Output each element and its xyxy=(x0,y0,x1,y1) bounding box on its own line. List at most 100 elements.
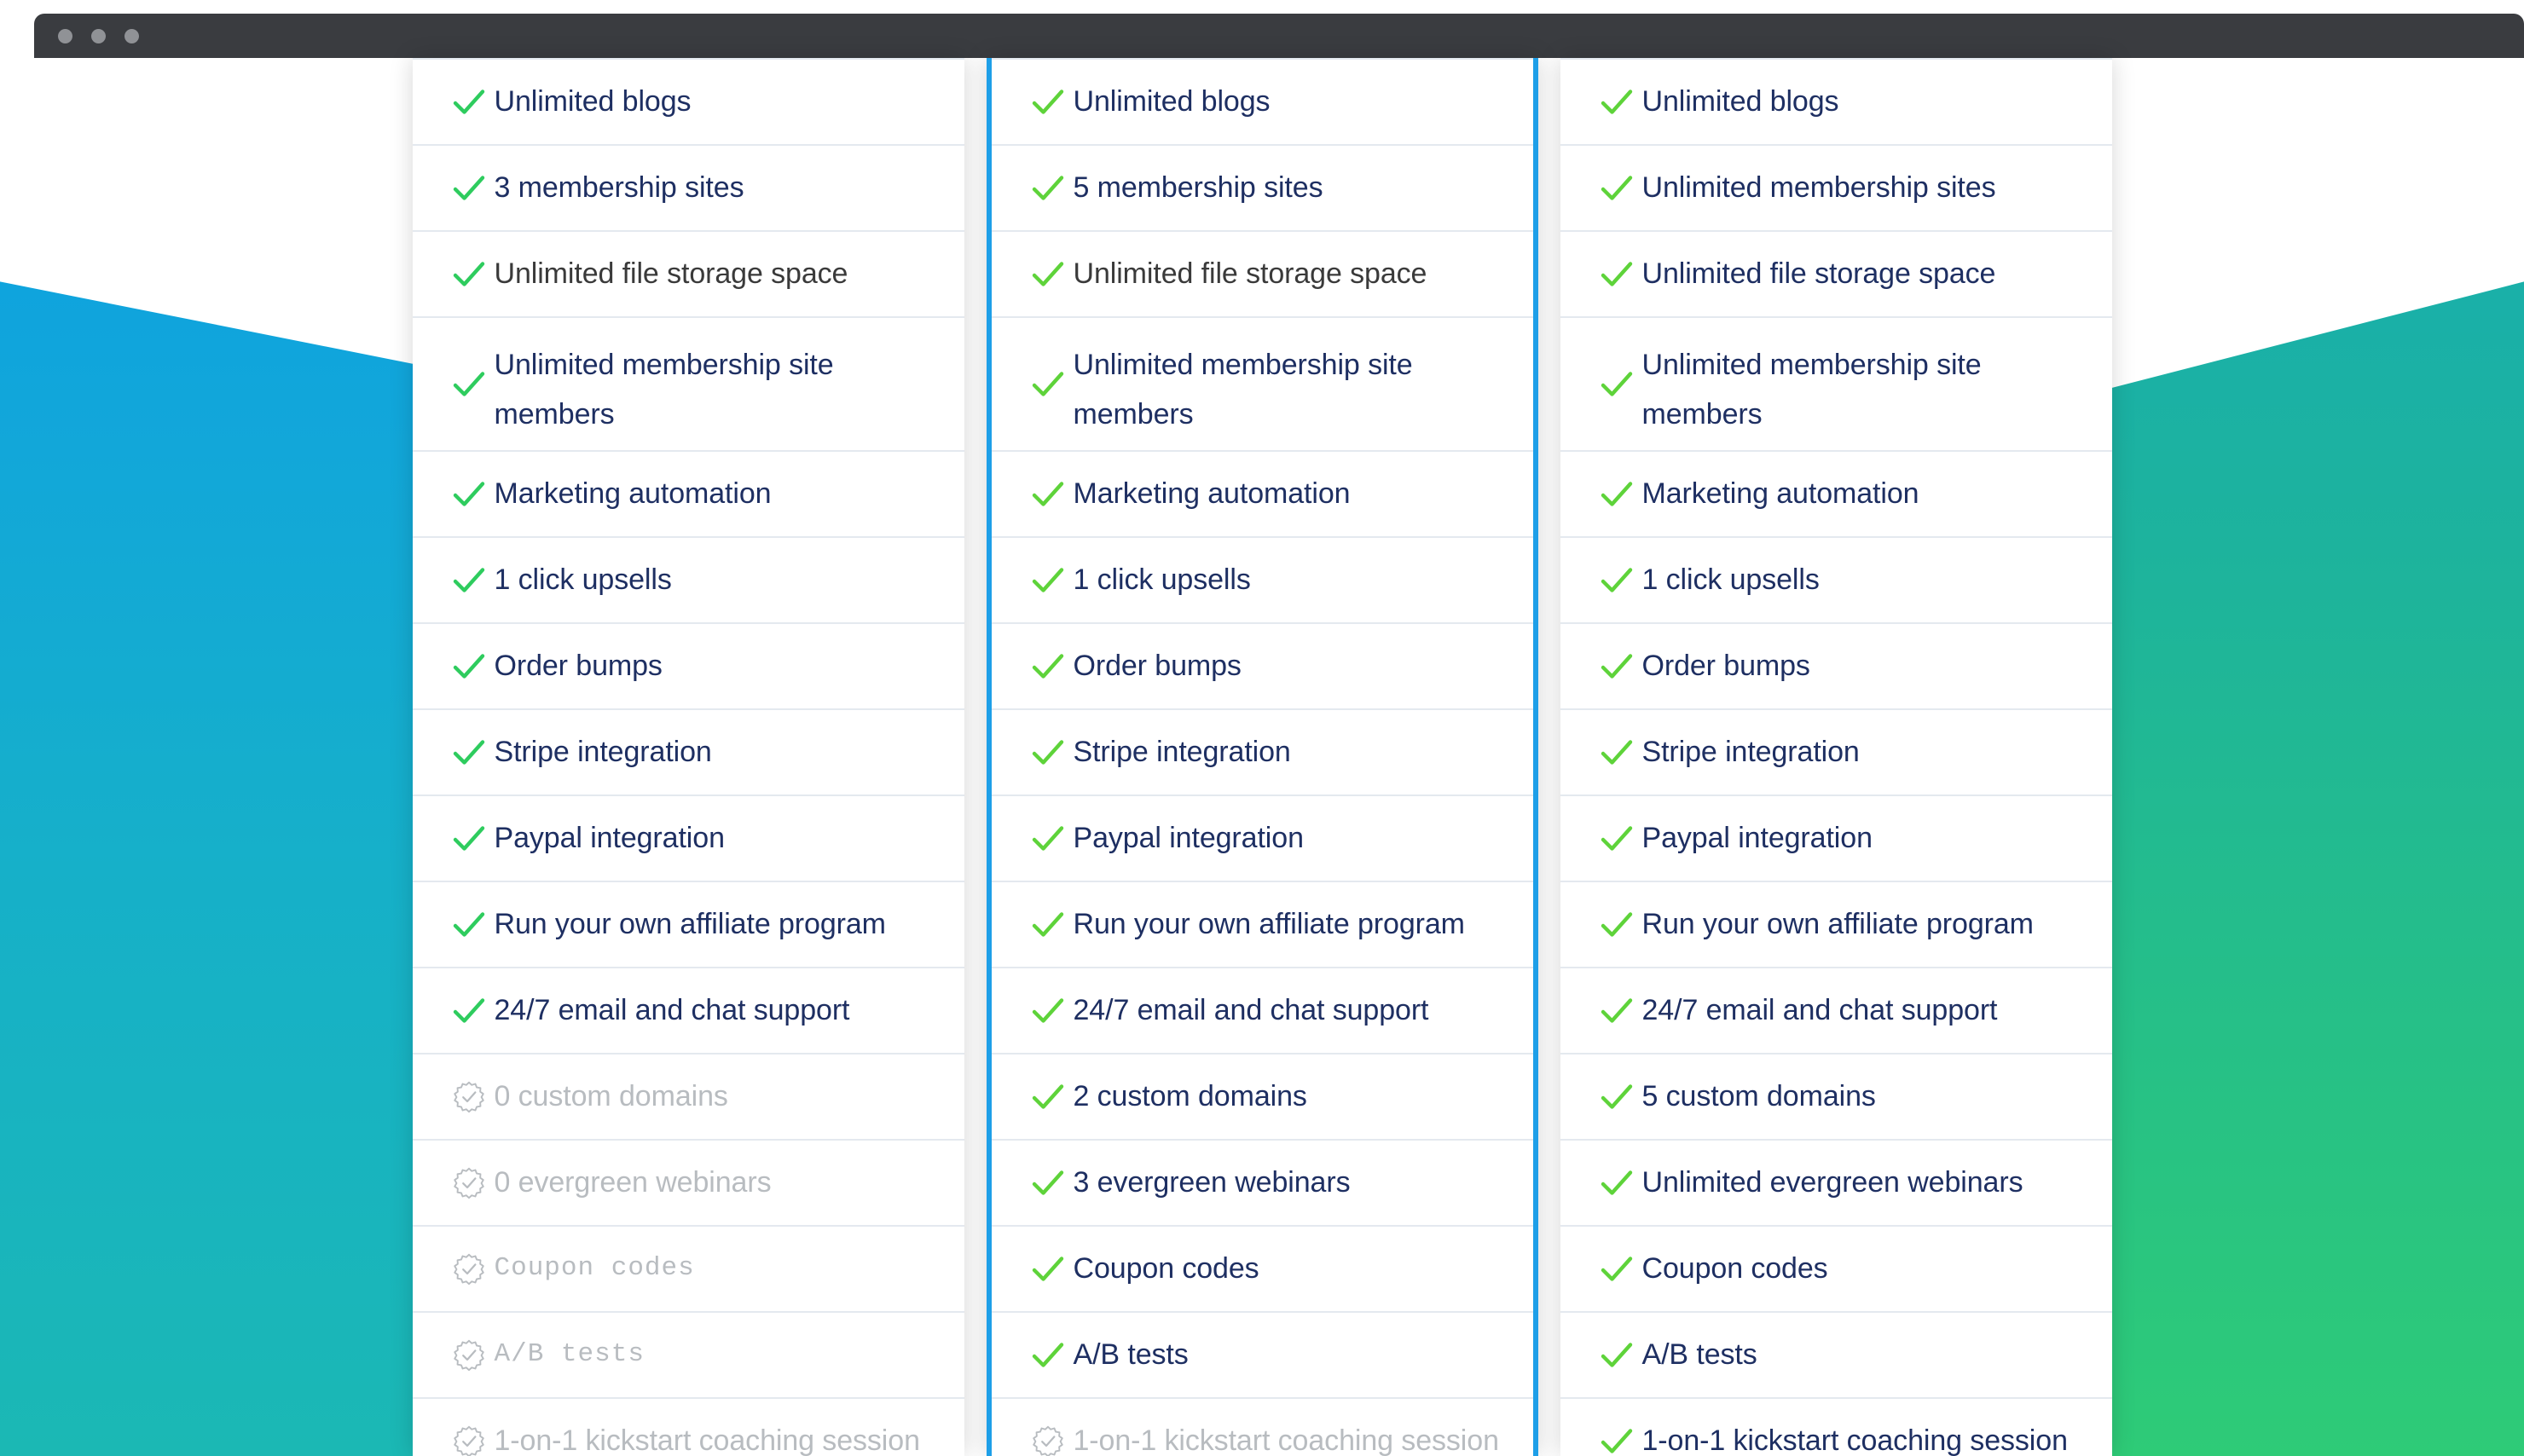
feature-label: 0 evergreen webinars xyxy=(494,1166,772,1199)
badge-check-outline-icon xyxy=(452,1313,489,1397)
pricing-card: Unlimited blogs Unlimited membership site… xyxy=(1560,58,2112,1456)
check-icon xyxy=(1031,624,1068,708)
feature-label: 1-on-1 kickstart coaching session xyxy=(1641,1424,2068,1456)
feature-label: Marketing automation xyxy=(1073,477,1351,510)
check-icon xyxy=(452,796,489,881)
feature-row: Unlimited file storage space xyxy=(991,232,1533,318)
check-icon xyxy=(1600,1227,1637,1311)
check-icon xyxy=(1031,452,1068,536)
feature-label: Unlimited membership site members xyxy=(494,349,834,430)
feature-row: Paypal integration xyxy=(412,796,964,882)
feature-label: Run your own affiliate program xyxy=(1641,908,2034,940)
feature-label: 3 evergreen webinars xyxy=(1073,1166,1351,1199)
close-dot[interactable] xyxy=(58,29,72,43)
feature-row: Coupon codes xyxy=(412,1227,964,1313)
feature-label: Marketing automation xyxy=(1641,477,1919,510)
feature-label: Coupon codes xyxy=(1073,1252,1259,1285)
feature-label: 5 membership sites xyxy=(1073,171,1323,204)
feature-label: 24/7 email and chat support xyxy=(1641,994,1998,1026)
check-icon xyxy=(452,232,489,316)
check-icon xyxy=(1600,882,1637,967)
check-icon xyxy=(1031,1313,1068,1397)
feature-row: Unlimited membership site members xyxy=(991,318,1533,452)
check-icon xyxy=(1600,1399,1637,1456)
feature-row: 0 custom domains xyxy=(412,1054,964,1141)
feature-row: Paypal integration xyxy=(991,796,1533,882)
feature-label: 3 membership sites xyxy=(494,171,744,204)
feature-label: Unlimited membership site members xyxy=(1641,349,1982,430)
feature-row: 1 click upsells xyxy=(991,538,1533,624)
check-icon xyxy=(452,624,489,708)
badge-check-outline-icon xyxy=(452,1141,489,1225)
feature-label: 2 custom domains xyxy=(1073,1080,1307,1112)
feature-row: Order bumps xyxy=(412,624,964,710)
feature-row: Unlimited membership site members xyxy=(412,318,964,452)
pricing-card: Unlimited blogs 3 membership sites Unlimit… xyxy=(412,58,964,1456)
feature-row: Run your own affiliate program xyxy=(1560,882,2112,968)
feature-label: Order bumps xyxy=(1641,650,1810,682)
badge-check-outline-icon xyxy=(452,1227,489,1311)
check-icon xyxy=(1600,796,1637,881)
feature-label: Stripe integration xyxy=(1641,736,1860,768)
check-icon xyxy=(1600,710,1637,794)
feature-row: Run your own affiliate program xyxy=(412,882,964,968)
feature-row: Unlimited evergreen webinars xyxy=(1560,1141,2112,1227)
badge-check-outline-icon xyxy=(1031,1399,1068,1456)
feature-label: Run your own affiliate program xyxy=(1073,908,1465,940)
feature-row: 2 custom domains xyxy=(991,1054,1533,1141)
feature-label: Unlimited blogs xyxy=(1641,85,1839,118)
check-icon xyxy=(452,452,489,536)
check-icon xyxy=(1031,232,1068,316)
check-icon xyxy=(1031,710,1068,794)
feature-label: Unlimited file storage space xyxy=(494,257,848,290)
check-icon xyxy=(1600,232,1637,316)
feature-label: 1 click upsells xyxy=(1073,563,1251,596)
feature-row: Paypal integration xyxy=(1560,796,2112,882)
check-icon xyxy=(1031,538,1068,622)
feature-label: 1 click upsells xyxy=(1641,563,1820,596)
maximize-dot[interactable] xyxy=(124,29,139,43)
feature-row: Unlimited blogs xyxy=(991,58,1533,146)
feature-row: Coupon codes xyxy=(1560,1227,2112,1313)
feature-row: Stripe integration xyxy=(991,710,1533,796)
browser-title-bar xyxy=(34,14,2524,58)
feature-label: Run your own affiliate program xyxy=(494,908,886,940)
check-icon xyxy=(1600,60,1637,144)
feature-row: Stripe integration xyxy=(412,710,964,796)
feature-row: 24/7 email and chat support xyxy=(412,968,964,1054)
window-controls[interactable] xyxy=(58,29,139,43)
screenshot-root: Unlimited blogs 3 membership sites Unlimit… xyxy=(0,0,2524,1456)
feature-row: Marketing automation xyxy=(412,452,964,538)
check-icon xyxy=(452,968,489,1053)
check-icon xyxy=(1600,624,1637,708)
minimize-dot[interactable] xyxy=(91,29,106,43)
feature-list: Unlimited blogs 5 membership sites Unlimit… xyxy=(991,58,1533,1456)
feature-label: Order bumps xyxy=(1073,650,1242,682)
feature-row: 1-on-1 kickstart coaching session xyxy=(992,1399,1533,1456)
feature-row: 3 membership sites xyxy=(412,146,964,232)
check-icon xyxy=(1031,1141,1068,1225)
feature-row: Unlimited blogs xyxy=(412,58,964,146)
feature-row: Coupon codes xyxy=(991,1227,1533,1313)
check-icon xyxy=(1031,1054,1068,1139)
check-icon xyxy=(1600,1054,1637,1139)
feature-row: 5 membership sites xyxy=(991,146,1533,232)
check-icon xyxy=(1031,60,1068,144)
badge-check-outline-icon xyxy=(452,1054,489,1139)
feature-row: 1 click upsells xyxy=(1560,538,2112,624)
check-icon xyxy=(1600,146,1637,230)
feature-row: Unlimited membership site members xyxy=(1560,318,2112,452)
feature-label: Coupon codes xyxy=(1641,1252,1828,1285)
feature-row: Marketing automation xyxy=(991,452,1533,538)
feature-label: Unlimited membership site members xyxy=(1073,349,1413,430)
feature-row: A/B tests xyxy=(412,1313,964,1399)
feature-row: 24/7 email and chat support xyxy=(1560,968,2112,1054)
feature-label: Unlimited file storage space xyxy=(1641,257,1996,290)
feature-list: Unlimited blogs 3 membership sites Unlimit… xyxy=(412,58,964,1456)
feature-label: Stripe integration xyxy=(1073,736,1291,768)
feature-label: Unlimited blogs xyxy=(494,85,692,118)
feature-label: 1 click upsells xyxy=(494,563,672,596)
check-icon xyxy=(1600,1313,1637,1397)
feature-row: Marketing automation xyxy=(1560,452,2112,538)
feature-label: A/B tests xyxy=(494,1339,645,1369)
